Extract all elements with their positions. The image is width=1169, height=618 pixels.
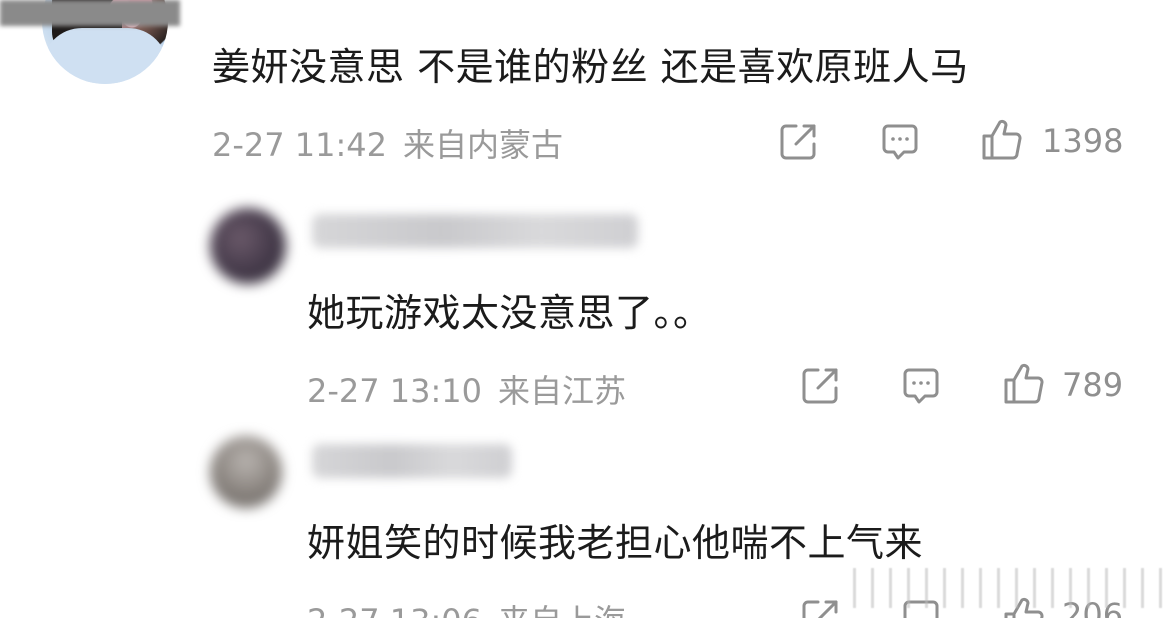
comment-text: 妍姐笑的时候我老担心他喘不上气来: [307, 521, 924, 565]
watermark: [853, 568, 1163, 608]
comment-meta: 2-27 13:10 来自江苏: [307, 366, 626, 412]
comment-icon[interactable]: [878, 120, 922, 164]
comment-text: 姜妍没意思 不是谁的粉丝 还是喜欢原班人马: [212, 45, 969, 89]
comment-text: 她玩游戏太没意思了。。: [307, 291, 712, 335]
comment-date: 2-27 13:10: [307, 372, 483, 410]
avatar[interactable]: [210, 208, 286, 284]
comment-meta: 2-27 11:42 来自内蒙古: [212, 120, 563, 166]
comment-location: 来自江苏: [498, 372, 627, 410]
comment-meta: 2-27 13:06 来自上海: [307, 596, 626, 618]
like-count: 789: [1062, 366, 1124, 404]
share-icon[interactable]: [798, 596, 842, 618]
thumbs-up-icon[interactable]: [980, 118, 1024, 162]
thumbs-up-icon[interactable]: [1002, 362, 1046, 406]
share-icon[interactable]: [798, 364, 842, 408]
comment-location: 来自上海: [498, 602, 626, 618]
comment-date: 2-27 11:42: [212, 126, 388, 164]
share-icon[interactable]: [776, 120, 820, 164]
username-blurred[interactable]: [312, 214, 638, 248]
avatar[interactable]: [210, 436, 282, 508]
comment-list: 姜妍没意思 不是谁的粉丝 还是喜欢原班人马 2-27 11:42 来自内蒙古 13…: [0, 0, 1169, 618]
comment-location: 来自内蒙古: [403, 126, 564, 164]
comment-icon[interactable]: [899, 364, 943, 408]
username-blurred[interactable]: [312, 444, 512, 478]
like-count: 1398: [1042, 122, 1124, 160]
username-blurred[interactable]: [0, 0, 180, 26]
comment-date: 2-27 13:06: [307, 602, 482, 618]
